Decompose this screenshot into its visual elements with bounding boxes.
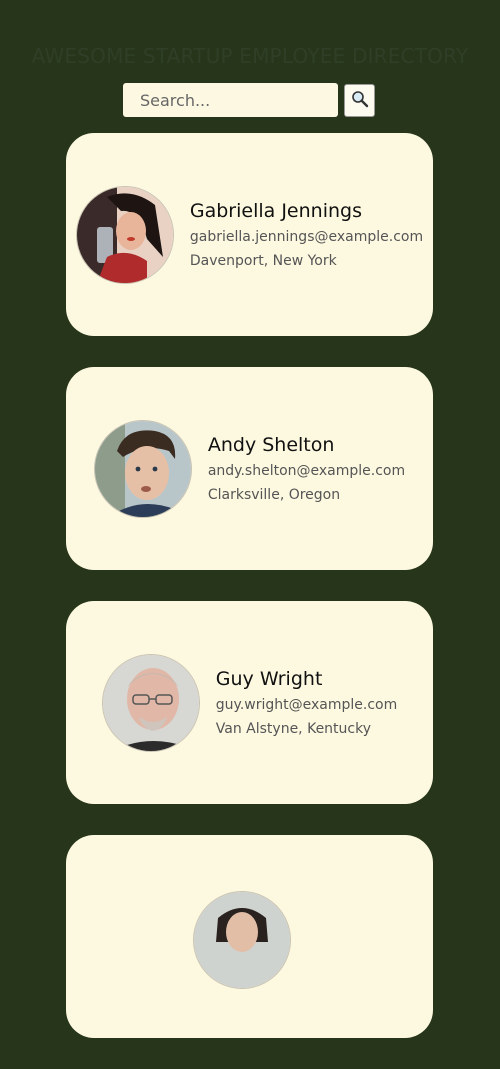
employee-card[interactable]: Andy Shelton andy.shelton@example.com Cl… xyxy=(66,367,433,570)
employee-name: Gabriella Jennings xyxy=(189,200,362,222)
employee-location: Van Alstyne, Kentucky xyxy=(215,721,372,737)
employee-name: Andy Shelton xyxy=(207,434,335,456)
employee-location: Davenport, New York xyxy=(189,253,337,269)
employee-list: Gabriella Jennings gabriella.jennings@ex… xyxy=(66,133,433,1069)
employee-card[interactable]: Guy Wright guy.wright@example.com Van Al… xyxy=(66,601,433,804)
employee-email: andy.shelton@example.com xyxy=(207,463,406,479)
employee-email: guy.wright@example.com xyxy=(215,697,398,713)
magnifier-icon xyxy=(351,90,369,111)
employee-card[interactable] xyxy=(66,835,433,1038)
avatar xyxy=(75,185,174,284)
avatar xyxy=(192,891,291,989)
avatar xyxy=(93,419,192,518)
employee-email: gabriella.jennings@example.com xyxy=(189,229,424,245)
employee-name: Guy Wright xyxy=(215,668,323,690)
search-button[interactable] xyxy=(344,84,375,117)
employee-location: Clarksville, Oregon xyxy=(207,487,341,503)
avatar xyxy=(101,653,200,752)
search-input[interactable] xyxy=(123,83,338,117)
page-title: AWESOME STARTUP EMPLOYEE DIRECTORY xyxy=(31,44,469,68)
employee-card[interactable]: Gabriella Jennings gabriella.jennings@ex… xyxy=(66,133,433,336)
